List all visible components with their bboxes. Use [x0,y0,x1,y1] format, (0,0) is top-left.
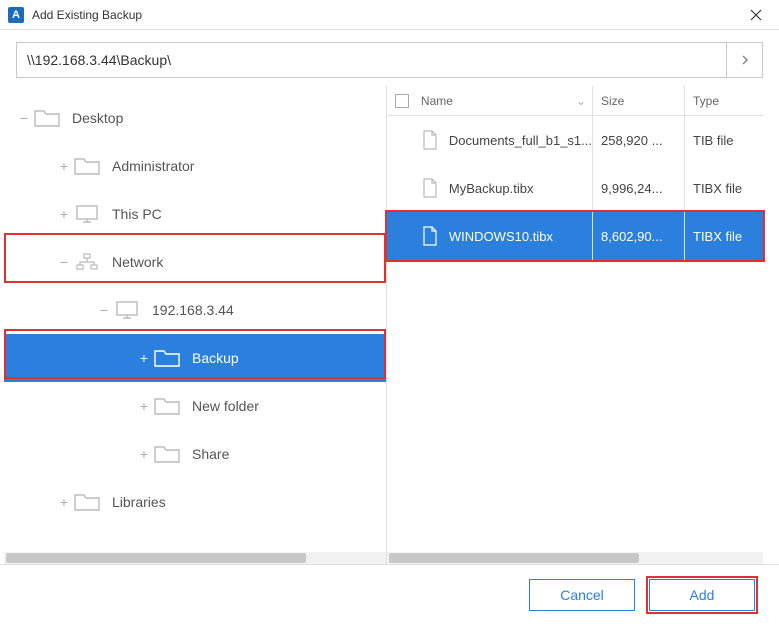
column-size-label: Size [601,94,624,108]
expand-icon[interactable]: + [134,350,154,366]
tree-label: Network [112,254,163,270]
select-all-checkbox[interactable] [395,94,409,108]
file-name: MyBackup.tibx [449,181,534,196]
pc-icon [114,299,140,321]
file-pane: Name ⌄ Size Type Documents_full_b1_s1...… [387,86,763,564]
add-button[interactable]: Add [649,579,755,611]
file-type: TIBX file [693,229,742,244]
tree-item-desktop[interactable]: − Desktop [4,94,386,142]
button-bar: Cancel Add [0,564,779,624]
app-icon: A [8,7,24,23]
path-go-button[interactable] [726,43,762,77]
file-type: TIB file [693,133,733,148]
network-icon [74,251,100,273]
file-row[interactable]: Documents_full_b1_s1... 258,920 ... TIB … [387,116,763,164]
file-row[interactable]: MyBackup.tibx 9,996,24... TIBX file [387,164,763,212]
tree-item-ip[interactable]: − 192.168.3.44 [4,286,386,334]
column-name-label: Name [421,94,453,108]
file-type: TIBX file [693,181,742,196]
close-button[interactable] [741,0,771,30]
scrollbar-h[interactable] [4,552,386,564]
cancel-button[interactable]: Cancel [529,579,635,611]
tree-pane: − Desktop + Administrator + This PC − [4,86,387,564]
file-size: 9,996,24... [601,181,662,196]
column-size[interactable]: Size [593,86,685,115]
tree-label: Share [192,446,229,462]
collapse-icon[interactable]: − [14,110,34,126]
tree-item-share[interactable]: + Share [4,430,386,478]
folder-icon [154,443,180,465]
tree-label: New folder [192,398,259,414]
tree-label: Libraries [112,494,166,510]
folder-icon [154,347,180,369]
scrollbar-thumb[interactable] [389,553,639,563]
collapse-icon[interactable]: − [54,254,74,270]
titlebar: A Add Existing Backup [0,0,779,30]
column-type[interactable]: Type [685,86,763,115]
expand-icon[interactable]: + [134,398,154,414]
column-type-label: Type [693,94,719,108]
file-name: WINDOWS10.tibx [449,229,553,244]
tree-label: This PC [112,206,162,222]
folder-icon [74,155,100,177]
file-icon [421,177,439,199]
folder-icon [34,107,60,129]
tree-label: Administrator [112,158,194,174]
folder-icon [154,395,180,417]
sort-indicator-icon: ⌄ [576,94,586,108]
window-title: Add Existing Backup [32,8,741,22]
expand-icon[interactable]: + [54,206,74,222]
file-name: Documents_full_b1_s1... [449,133,592,148]
tree-label: 192.168.3.44 [152,302,234,318]
file-size: 258,920 ... [601,133,662,148]
scrollbar-h-file[interactable] [387,552,763,564]
column-name[interactable]: Name ⌄ [417,86,593,115]
collapse-icon[interactable]: − [94,302,114,318]
tree-label: Backup [192,350,239,366]
expand-icon[interactable]: + [54,494,74,510]
path-input[interactable] [17,43,726,77]
pc-icon [74,203,100,225]
tree-item-newfolder[interactable]: + New folder [4,382,386,430]
file-header: Name ⌄ Size Type [387,86,763,116]
tree-label: Desktop [72,110,123,126]
expand-icon[interactable]: + [54,158,74,174]
path-bar [16,42,763,78]
scrollbar-thumb[interactable] [6,553,306,563]
folder-icon [74,491,100,513]
file-size: 8,602,90... [601,229,662,244]
main-area: − Desktop + Administrator + This PC − [4,86,763,564]
file-row-selected[interactable]: WINDOWS10.tibx 8,602,90... TIBX file [387,212,763,260]
file-icon [421,129,439,151]
expand-icon[interactable]: + [134,446,154,462]
file-icon [421,225,439,247]
tree-item-backup[interactable]: + Backup [4,334,386,382]
tree-item-libraries[interactable]: + Libraries [4,478,386,526]
tree-item-admin[interactable]: + Administrator [4,142,386,190]
tree-item-network[interactable]: − Network [4,238,386,286]
tree-item-thispc[interactable]: + This PC [4,190,386,238]
